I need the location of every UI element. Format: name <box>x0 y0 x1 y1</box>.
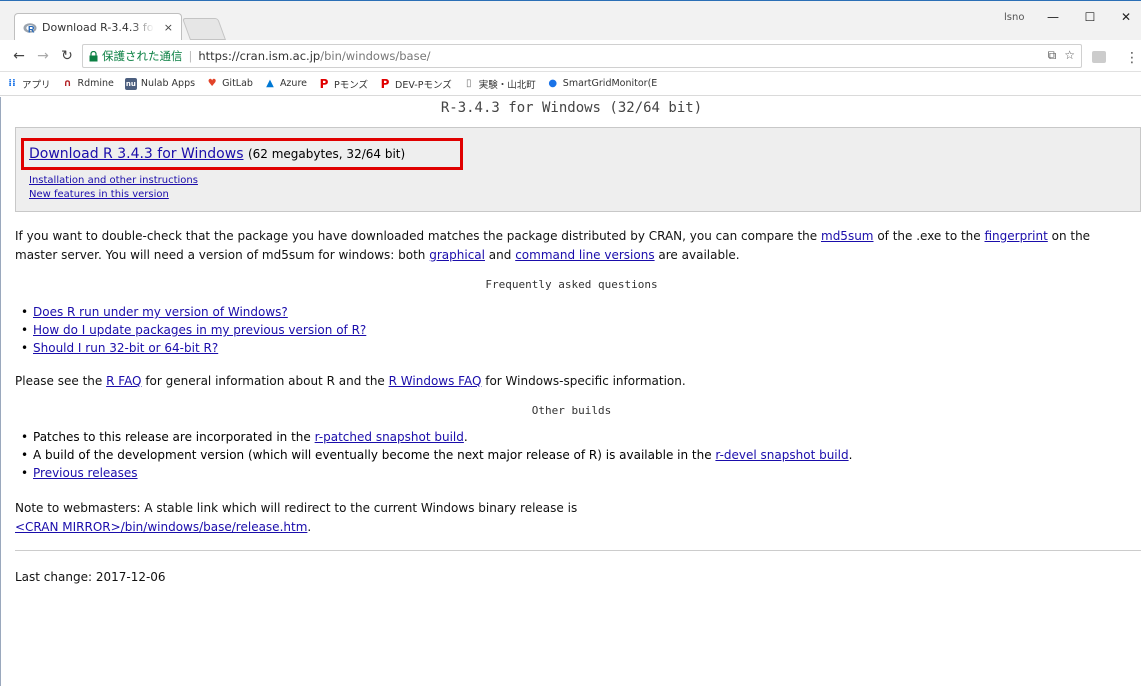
url-path: /bin/windows/base/ <box>320 49 431 63</box>
installation-instructions-link[interactable]: Installation and other instructions <box>29 175 198 186</box>
page-content: R-3.4.3 for Windows (32/64 bit) Download… <box>0 97 1141 686</box>
bookmark-experiment[interactable]: ▯ 実験・山北町 <box>463 77 536 91</box>
page-icon: ▯ <box>466 77 472 89</box>
bookmark-apps[interactable]: ⁞⁞ アプリ <box>6 77 50 91</box>
fingerprint-link[interactable]: fingerprint <box>985 229 1048 243</box>
bookmark-azure[interactable]: ▲ Azure <box>264 78 307 90</box>
bookmark-pmonz[interactable]: P Pモンズ <box>318 77 368 91</box>
bookmark-smartgrid[interactable]: ● SmartGridMonitor(E <box>547 77 657 90</box>
previous-releases-link[interactable]: Previous releases <box>33 466 138 480</box>
reload-icon[interactable]: ↻ <box>58 47 76 65</box>
p-icon: P <box>319 76 329 91</box>
lock-icon <box>89 50 98 61</box>
last-change: Last change: 2017-12-06 <box>15 570 166 584</box>
faq-list: Does R run under my version of Windows? … <box>21 303 366 357</box>
svg-text:R: R <box>28 24 35 34</box>
close-window-button[interactable]: ✕ <box>1111 7 1141 27</box>
download-line: Download R 3.4.3 for Windows (62 megabyt… <box>29 146 405 162</box>
apps-grid-icon: ⁞⁞ <box>8 77 16 89</box>
browser-tab[interactable]: R Download R-3.4.3 for Wi × <box>14 13 182 41</box>
bookmark-star-icon[interactable]: ☆ <box>1064 48 1075 63</box>
divider <box>15 550 1141 551</box>
smartgrid-icon: ● <box>548 77 558 89</box>
r-faq-link[interactable]: R FAQ <box>106 374 141 388</box>
url-separator: | <box>188 49 193 63</box>
redmine-icon: ∩ <box>63 77 72 89</box>
bookmark-rdmine[interactable]: ∩ Rdmine <box>62 77 113 90</box>
back-arrow-icon[interactable]: ← <box>10 47 28 65</box>
list-item: Patches to this release are incorporated… <box>21 428 852 446</box>
forward-arrow-icon[interactable]: → <box>34 47 52 65</box>
graphical-link[interactable]: graphical <box>429 248 485 262</box>
new-features-link[interactable]: New features in this version <box>29 189 169 200</box>
other-builds-list: Patches to this release are incorporated… <box>21 428 852 482</box>
release-htm-link[interactable]: <CRAN MIRROR>/bin/windows/base/release.h… <box>15 520 307 534</box>
faq-paragraph: Please see the R FAQ for general informa… <box>15 374 686 388</box>
extension-icon[interactable] <box>1092 51 1106 63</box>
bookmarks-bar: ⁞⁞ アプリ ∩ Rdmine nu Nulab Apps ♥ GitLab ▲ Azur… <box>0 72 1141 96</box>
minimize-button[interactable]: — <box>1038 7 1068 27</box>
list-item: Should I run 32-bit or 64-bit R? <box>21 339 366 357</box>
page-title: R-3.4.3 for Windows (32/64 bit) <box>440 100 703 116</box>
bookmark-dev-pmonz[interactable]: P DEV-Pモンズ <box>379 77 452 91</box>
command-line-versions-link[interactable]: command line versions <box>515 248 654 262</box>
webmaster-note: Note to webmasters: A stable link which … <box>15 501 578 534</box>
secure-connection-label: 保護された通信 <box>102 49 183 63</box>
faq-link-update-packages[interactable]: How do I update packages in my previous … <box>33 323 366 337</box>
browser-toolbar: ← → ↻ 保護された通信 | https://cran.ism.ac.jp/b… <box>0 40 1141 72</box>
faq-link-windows-version[interactable]: Does R run under my version of Windows? <box>33 305 288 319</box>
faq-link-32-or-64-bit[interactable]: Should I run 32-bit or 64-bit R? <box>33 341 218 355</box>
md5sum-link[interactable]: md5sum <box>821 229 874 243</box>
download-box: Download R 3.4.3 for Windows (62 megabyt… <box>15 127 1141 212</box>
list-item: How do I update packages in my previous … <box>21 321 366 339</box>
tab-title: Download R-3.4.3 for Wi <box>42 21 154 34</box>
gitlab-icon: ♥ <box>207 77 217 89</box>
bookmark-nulab[interactable]: nu Nulab Apps <box>124 77 195 90</box>
url-host: https://cran.ism.ac.jp <box>198 49 321 63</box>
other-builds-heading: Other builds <box>531 404 612 417</box>
r-patched-link[interactable]: r-patched snapshot build <box>315 430 464 444</box>
list-item: Does R run under my version of Windows? <box>21 303 366 321</box>
user-profile-badge[interactable]: lsno <box>1004 12 1024 23</box>
address-bar[interactable]: 保護された通信 | https://cran.ism.ac.jp/bin/win… <box>82 44 1082 68</box>
nulab-icon: nu <box>124 77 137 90</box>
list-item: A build of the development version (whic… <box>21 446 852 464</box>
azure-icon: ▲ <box>266 77 274 89</box>
faq-heading: Frequently asked questions <box>485 278 658 291</box>
r-windows-faq-link[interactable]: R Windows FAQ <box>389 374 482 388</box>
download-r-link[interactable]: Download R 3.4.3 for Windows <box>29 146 243 162</box>
bookmark-gitlab[interactable]: ♥ GitLab <box>206 78 253 90</box>
new-tab-button[interactable] <box>181 18 227 40</box>
tab-close-icon[interactable]: × <box>164 21 173 34</box>
list-item: Previous releases <box>21 464 852 482</box>
p-icon: P <box>380 76 390 91</box>
maximize-button[interactable]: ☐ <box>1075 7 1105 27</box>
checksum-paragraph: If you want to double-check that the pac… <box>15 229 1091 262</box>
translate-icon[interactable]: ⧉ <box>1048 48 1057 63</box>
title-bar: R Download R-3.4.3 for Wi × lsno — ☐ ✕ <box>0 0 1141 41</box>
download-size: (62 megabytes, 32/64 bit) <box>247 147 406 161</box>
kebab-menu-icon[interactable]: ⋮ <box>1125 50 1139 66</box>
r-logo-icon: R <box>23 21 37 35</box>
r-devel-link[interactable]: r-devel snapshot build <box>715 448 848 462</box>
